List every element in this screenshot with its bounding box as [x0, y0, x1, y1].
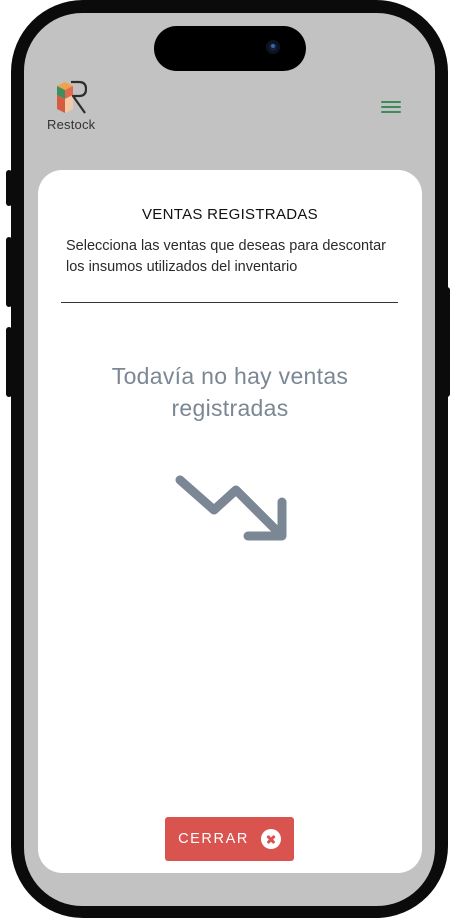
restock-logo-icon: [57, 80, 87, 114]
phone-screen: Restock VENTAS REGISTRADAS Selecciona la…: [24, 13, 435, 906]
modal-subtitle: Selecciona las ventas que deseas para de…: [66, 238, 387, 275]
phone-side-button-volume-up: [6, 237, 12, 307]
empty-state-message: Todavía no hay ventas registradas: [111, 363, 349, 421]
camera-icon: [266, 40, 280, 54]
close-circle-icon: [260, 829, 281, 849]
dynamic-island: [154, 26, 306, 71]
app-name: Restock: [47, 117, 96, 132]
trending-down-icon: [175, 475, 287, 541]
phone-side-button-mute: [6, 170, 12, 206]
app-logo[interactable]: Restock: [47, 79, 97, 135]
close-button[interactable]: CERRAR: [165, 817, 294, 861]
modal-title: VENTAS REGISTRADAS: [142, 206, 318, 223]
ventas-registradas-modal: VENTAS REGISTRADAS Selecciona las ventas…: [38, 170, 422, 873]
hamburger-menu-icon[interactable]: [379, 98, 403, 116]
close-button-label: CERRAR: [178, 831, 249, 847]
divider: [61, 302, 398, 303]
phone-side-button-volume-down: [6, 327, 12, 397]
phone-side-button-power: [444, 287, 450, 397]
